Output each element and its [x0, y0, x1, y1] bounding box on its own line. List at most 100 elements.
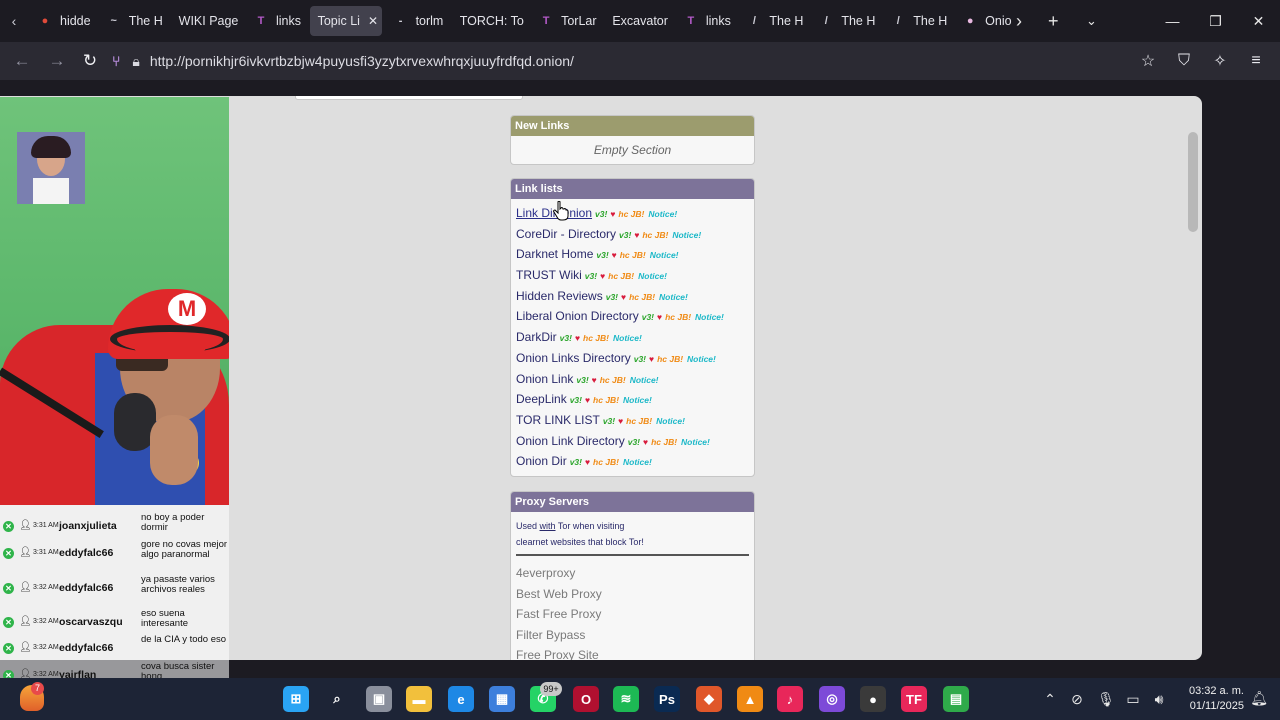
wall-poster-image [17, 132, 85, 204]
list-item: CoreDir - Directory v3! ♥ hc JB! Notice! [511, 227, 754, 248]
tray-chevron-icon[interactable]: ⌃ [1038, 691, 1062, 708]
jb-tag: hc JB! [593, 395, 620, 406]
security-level-icon[interactable]: ✧ [1202, 51, 1238, 71]
notice-tag: Notice! [613, 333, 642, 344]
link-list-item-link[interactable]: Onion Links Directory [516, 351, 631, 365]
page-scrollbar-thumb[interactable] [1188, 132, 1198, 232]
widget-badge: 7 [31, 682, 44, 695]
heart-icon: ♥ [621, 291, 627, 302]
link-list-item-link[interactable]: Onion Dir [516, 454, 567, 468]
photoshop-icon[interactable]: Ps [654, 686, 680, 712]
tab-11[interactable]: / The H [811, 6, 879, 36]
tab-0[interactable]: ● hidde [30, 6, 95, 36]
new-tab-plus-icon[interactable]: + [1048, 0, 1059, 42]
forward-arrow-icon[interactable]: → [40, 44, 74, 78]
minimize-icon[interactable]: — [1151, 0, 1194, 42]
app-icon[interactable]: ▤ [943, 686, 969, 712]
heart-icon: ♥ [649, 353, 655, 364]
proxy-item-link[interactable]: 4everproxy [511, 566, 754, 587]
search-icon[interactable]: ⌕ [324, 686, 350, 712]
brave-icon[interactable]: ◆ [696, 686, 722, 712]
link-list-item-link[interactable]: Hidden Reviews [516, 289, 603, 303]
tab-label: TORCH: To [459, 14, 524, 28]
tab-7[interactable]: T TorLar [531, 6, 600, 36]
tab-9[interactable]: Tlinks [676, 6, 736, 36]
tor-browser-icon[interactable]: ◎ [819, 686, 845, 712]
link-list-item-link[interactable]: CoreDir - Directory [516, 227, 616, 241]
tab-5[interactable]: - torlm [386, 6, 448, 36]
link-list-item-link[interactable]: Darknet Home [516, 247, 593, 261]
spotify-icon[interactable]: ≋ [613, 686, 639, 712]
proxy-item-link[interactable]: Best Web Proxy [511, 587, 754, 608]
lock-icon[interactable]: 🔒︎ [132, 53, 139, 70]
reload-icon[interactable]: ↻ [73, 44, 107, 78]
tab-label: The H [769, 14, 804, 28]
tab-4[interactable]: Topic Li ✕ [309, 6, 382, 36]
back-arrow-icon[interactable]: ← [5, 44, 39, 78]
tab-label: hidde [60, 14, 91, 28]
obs-icon[interactable]: ● [860, 686, 886, 712]
notifications-bell-icon[interactable]: 🔔︎ [1250, 690, 1268, 707]
url-bar[interactable]: ⑂ 🔒︎ http://pornikhjr6ivkvrtbzbjw4puyusf… [112, 46, 1132, 76]
link-tags: v3! ♥ hc JB! Notice! [596, 250, 678, 260]
chat-username: joanxjulieta [59, 520, 117, 532]
file-explorer-icon[interactable]: ▬ [406, 686, 432, 712]
tabs-scroll-left-icon[interactable]: ‹ [0, 0, 28, 42]
shield-icon[interactable]: ⛉ [1166, 52, 1202, 70]
link-list-item-link[interactable]: DeepLink [516, 392, 567, 406]
tf-app-icon[interactable]: TF [901, 686, 927, 712]
chat-badge-icon: ✕ [3, 548, 14, 559]
clock[interactable]: 03:32 a. m. 01/11/2025 [1189, 684, 1244, 714]
windows-start-icon[interactable]: ⊞ [283, 686, 309, 712]
tab-1[interactable]: ~ The H [99, 6, 167, 36]
v3-tag: v3! [641, 312, 655, 323]
link-list-item-link[interactable]: Onion Link Directory [516, 434, 625, 448]
tab-13[interactable]: ● Onio [955, 6, 1016, 36]
tab-8[interactable]: Excavator [604, 6, 672, 36]
tab-favicon-icon: / [824, 15, 828, 27]
tabs-scroll-right-icon[interactable]: › [1016, 0, 1022, 42]
link-list-item-link[interactable]: Onion Link [516, 372, 573, 386]
proxy-item-link[interactable]: Fast Free Proxy [511, 607, 754, 628]
network-icon[interactable]: ⊘ [1062, 691, 1092, 708]
user-icon: 👤︎ [19, 520, 32, 531]
volume-icon[interactable]: 🔊︎ [1146, 691, 1172, 708]
task-view-icon[interactable]: ▣ [366, 686, 392, 712]
link-list-item-link[interactable]: TRUST Wiki [516, 268, 582, 282]
tor-circuit-icon[interactable]: ⑂ [112, 53, 120, 69]
link-tags: v3! ♥ hc JB! Notice! [570, 395, 652, 405]
proxy-info-line2: clearnet websites that block Tor! [516, 537, 644, 547]
notice-tag: Notice! [687, 353, 716, 364]
display-icon[interactable]: ▭ [1120, 691, 1146, 708]
link-list-item-link[interactable]: DarkDir [516, 330, 557, 344]
tab-6[interactable]: TORCH: To [452, 6, 527, 36]
proxy-info-text: Used with Tor when visiting clearnet web… [511, 512, 754, 550]
headphones-image [110, 325, 229, 353]
close-window-icon[interactable]: ✕ [1237, 0, 1280, 42]
tab-12[interactable]: / The H [883, 6, 951, 36]
proxy-info-with-link[interactable]: with [540, 521, 556, 531]
edge-icon[interactable]: e [448, 686, 474, 712]
list-item: Liberal Onion Directory v3! ♥ hc JB! Notice! [511, 309, 754, 330]
store-icon[interactable]: ▦ [489, 686, 515, 712]
opera-icon[interactable]: O [573, 686, 599, 712]
tiktok-icon[interactable]: ♪ [777, 686, 803, 712]
close-tab-icon[interactable]: ✕ [368, 14, 378, 28]
tab-2[interactable]: WIKI Page [171, 6, 242, 36]
proxy-item-link[interactable]: Free Proxy Site [511, 648, 754, 660]
bookmark-star-icon[interactable]: ☆ [1130, 51, 1166, 71]
tab-3[interactable]: Tlinks [246, 6, 306, 36]
menu-hamburger-icon[interactable]: ≡ [1238, 52, 1274, 70]
link-list-item-link[interactable]: Liberal Onion Directory [516, 309, 639, 323]
notice-tag: Notice! [623, 457, 652, 468]
restore-icon[interactable]: ❐ [1194, 0, 1237, 42]
microphone-icon[interactable]: 🎙︎ [1092, 691, 1120, 708]
proxy-item-link[interactable]: Filter Bypass [511, 628, 754, 649]
url-text[interactable]: http://pornikhjr6ivkvrtbzbjw4puyusfi3yzy… [150, 53, 574, 69]
tray: ⌃ ⊘ 🎙︎ ▭ 🔊︎ [1038, 678, 1172, 720]
tab-10[interactable]: / The H [739, 6, 807, 36]
vlc-icon[interactable]: ▲ [737, 686, 763, 712]
windows-taskbar: 7 ⊞ ⌕ ▣ ▬ e ▦ ✆ O ≋ Ps ◆ ▲ ♪ ◎ ● TF ▤ 99+ ⌃ ⊘ 🎙︎ ▭ 🔊︎ 03… [0, 678, 1280, 720]
link-list-item-link[interactable]: TOR LINK LIST [516, 413, 600, 427]
list-all-tabs-chevron-icon[interactable]: ⌄ [1086, 0, 1097, 42]
